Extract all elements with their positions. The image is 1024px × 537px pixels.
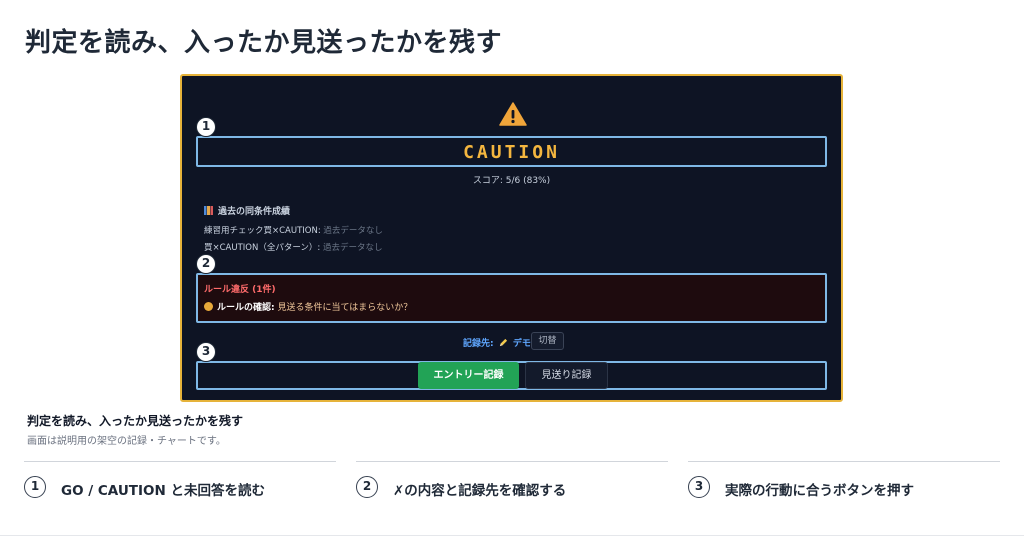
- verdict-box: CAUTION: [196, 136, 827, 167]
- skip-record-button[interactable]: 見送り記録: [525, 362, 608, 389]
- step-2: 2 ✗の内容と記録先を確認する: [356, 461, 668, 499]
- switch-destination-button[interactable]: 切替: [531, 332, 564, 350]
- score-text: スコア: 5/6 (83%): [472, 176, 551, 186]
- step-label: 実際の行動に合うボタンを押す: [725, 483, 914, 499]
- violation-item: ルールの確認: 見送る条件に当てはまらないか？: [204, 300, 412, 313]
- callout-badge-2: 2: [196, 254, 216, 274]
- step-number: 1: [24, 476, 46, 498]
- stats-title: 過去の同条件成績: [204, 204, 290, 217]
- warning-dot-icon: [204, 302, 213, 311]
- verdict-label: CAUTION: [463, 142, 560, 163]
- caption-title: 判定を読み、入ったか見送ったかを残す: [27, 414, 244, 428]
- callout-badge-1: 1: [196, 117, 216, 137]
- stat-row: 買×CAUTION（全パターン）: 過去データなし: [204, 243, 383, 253]
- entry-record-button[interactable]: エントリー記録: [418, 362, 519, 389]
- chart-icon: [204, 206, 213, 215]
- pencil-icon: [499, 338, 507, 347]
- step-label: ✗の内容と記録先を確認する: [393, 483, 567, 499]
- step-1: 1 GO / CAUTION と未回答を読む: [24, 461, 336, 499]
- record-destination: 記録先: デモ: [463, 338, 531, 349]
- rule-violation-box: ルール違反 (1件) ルールの確認: 見送る条件に当てはまらないか？: [196, 273, 827, 323]
- stat-row: 練習用チェック買×CAUTION: 過去データなし: [204, 226, 383, 236]
- step-number: 2: [356, 476, 378, 498]
- warning-triangle-icon: [499, 102, 527, 126]
- violation-title: ルール違反 (1件): [204, 285, 276, 295]
- callout-badge-3: 3: [196, 342, 216, 362]
- step-3: 3 実際の行動に合うボタンを押す: [688, 461, 1000, 499]
- page-title: 判定を読み、入ったか見送ったかを残す: [25, 28, 503, 58]
- step-label: GO / CAUTION と未回答を読む: [61, 483, 265, 499]
- app-screenshot: CAUTION スコア: 5/6 (83%) 過去の同条件成績 練習用チェック買…: [180, 74, 843, 402]
- caption-subtitle: 画面は説明用の架空の記録・チャートです。: [27, 436, 226, 447]
- bottom-divider: [0, 535, 1024, 536]
- step-number: 3: [688, 476, 710, 498]
